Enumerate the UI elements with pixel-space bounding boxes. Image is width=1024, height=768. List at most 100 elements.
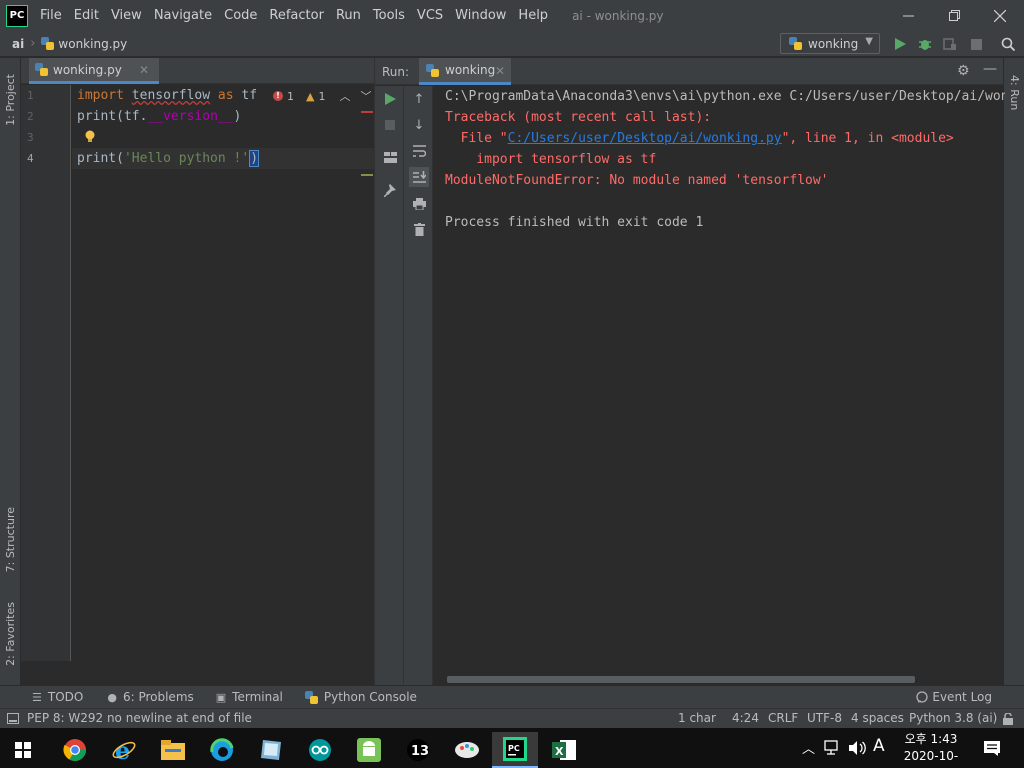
line-number: 4	[27, 152, 34, 165]
problems-tab[interactable]: ● 6: Problems	[107, 690, 193, 704]
menu-window[interactable]: Window	[449, 0, 512, 31]
taskbar-arduino[interactable]	[297, 732, 343, 768]
menu-edit[interactable]: Edit	[68, 0, 105, 31]
clear-all-button[interactable]	[411, 221, 427, 237]
menu-bar: File Edit View Navigate Code Refactor Ru…	[34, 0, 554, 31]
restore-icon	[948, 10, 960, 21]
console-output[interactable]: C:\ProgramData\Anaconda3\envs\ai\python.…	[445, 86, 1005, 656]
menu-tools[interactable]: Tools	[367, 0, 411, 31]
notification-center-icon[interactable]	[983, 740, 1001, 756]
lock-icon[interactable]	[1002, 713, 1014, 725]
close-tab-icon[interactable]: ✕	[495, 64, 505, 78]
run-tab-wonking[interactable]: wonking ✕	[419, 58, 511, 85]
line-separator[interactable]: CRLF	[768, 711, 798, 725]
minimize-button[interactable]	[885, 0, 931, 31]
indent-setting[interactable]: 4 spaces	[851, 711, 904, 725]
stop-run-button[interactable]	[382, 117, 398, 133]
status-message[interactable]: PEP 8: W292 no newline at end of file	[27, 711, 252, 725]
breadcrumb-project[interactable]: ai	[12, 37, 24, 51]
event-log-tab[interactable]: Event Log	[916, 690, 992, 704]
close-window-button[interactable]	[977, 0, 1023, 31]
console-finished-line: Process finished with exit code 1	[445, 215, 704, 230]
chevron-up-icon[interactable]: ︿	[339, 88, 350, 104]
run-tool-tab[interactable]: 4: Run	[1004, 66, 1024, 120]
code-editor: wonking.py ✕ 1 2 3 4 import tensorflow a…	[21, 58, 374, 685]
lightbulb-icon[interactable]	[84, 130, 96, 144]
coverage-button[interactable]	[942, 36, 958, 52]
menu-code[interactable]: Code	[218, 0, 263, 31]
warning-stripe-mark[interactable]	[361, 174, 373, 176]
todo-tab[interactable]: ☰ TODO	[32, 690, 83, 704]
code-line-2[interactable]: print(tf.__version__)	[77, 106, 241, 127]
project-tool-tab[interactable]: 1: Project	[0, 64, 21, 136]
console-horizontal-scrollbar[interactable]	[447, 676, 915, 683]
run-button[interactable]	[892, 36, 908, 52]
menu-vcs[interactable]: VCS	[411, 0, 449, 31]
arduino-icon	[309, 739, 331, 761]
run-tool-window: Run: wonking ✕ ⚙ — ↑ ↓ C:\ProgramData\An…	[374, 58, 1005, 685]
menu-refactor[interactable]: Refactor	[263, 0, 330, 31]
scroll-down-button[interactable]: ↓	[411, 117, 427, 133]
minimize-panel-icon[interactable]: —	[983, 61, 997, 77]
scroll-to-end-button[interactable]	[409, 167, 429, 187]
minimize-icon	[902, 15, 914, 17]
terminal-tab[interactable]: ▣ Terminal	[216, 690, 283, 704]
taskbar-notes-app[interactable]	[248, 732, 294, 768]
menu-navigate[interactable]: Navigate	[148, 0, 218, 31]
taskbar-file-explorer[interactable]	[150, 732, 196, 768]
taskbar-excel[interactable]: X	[541, 732, 587, 768]
taskbar-android-app[interactable]	[346, 732, 392, 768]
soft-wrap-button[interactable]	[411, 143, 427, 159]
clock[interactable]: 오후 1:43 2020-10-13	[900, 731, 962, 768]
pycharm-logo-icon[interactable]: PC	[6, 4, 28, 27]
tray-chevron-up-icon[interactable]: ︿	[802, 738, 815, 757]
debug-button[interactable]	[917, 36, 933, 52]
python-icon	[304, 690, 318, 704]
taskbar-app-13[interactable]: 13	[395, 732, 441, 768]
inspection-widget[interactable]: ! 1 ▲ 1 ︿ ﹀	[273, 88, 371, 104]
menu-file[interactable]: File	[34, 0, 68, 31]
python-icon	[426, 63, 439, 77]
chrome-icon	[63, 739, 86, 761]
ime-indicator[interactable]: A	[873, 736, 885, 756]
restore-button[interactable]	[931, 0, 977, 31]
structure-tool-tab[interactable]: 7: Structure	[0, 500, 21, 580]
code-line-1[interactable]: import tensorflow as tf	[77, 85, 257, 106]
taskbar-pycharm[interactable]: PC	[492, 732, 538, 768]
search-everywhere-button[interactable]	[1000, 36, 1016, 52]
pycharm-icon: PC	[503, 737, 527, 761]
editor-tab-wonking[interactable]: wonking.py ✕	[29, 58, 159, 84]
file-encoding[interactable]: UTF-8	[807, 711, 842, 725]
rerun-button[interactable]	[382, 91, 398, 107]
menu-help[interactable]: Help	[512, 0, 554, 31]
toggle-tool-windows-icon[interactable]	[7, 713, 19, 724]
taskbar-paint-app[interactable]	[444, 732, 490, 768]
run-tab-label: wonking	[445, 63, 496, 77]
run-configuration-select[interactable]: wonking ▼	[780, 33, 880, 54]
code-line-4[interactable]: print('Hello python !')	[77, 148, 260, 169]
close-tab-icon[interactable]: ✕	[139, 63, 149, 77]
favorites-tool-tab[interactable]: 2: Favorites	[0, 594, 21, 674]
volume-icon[interactable]	[848, 740, 866, 756]
caret-position[interactable]: 4:24	[732, 711, 759, 725]
network-icon[interactable]	[824, 740, 842, 756]
traceback-file-link[interactable]: C:/Users/user/Desktop/ai/wonking.py	[508, 131, 782, 146]
scroll-up-button[interactable]: ↑	[411, 91, 427, 107]
taskbar-edge[interactable]	[199, 732, 245, 768]
gear-icon[interactable]: ⚙	[957, 63, 970, 79]
python-interpreter[interactable]: Python 3.8 (ai)	[909, 711, 997, 725]
print-button[interactable]	[411, 196, 427, 212]
error-stripe-mark[interactable]	[361, 111, 373, 113]
menu-run[interactable]: Run	[330, 0, 367, 31]
chevron-down-icon[interactable]: ﹀	[360, 88, 371, 104]
pin-tab-button[interactable]	[382, 182, 398, 198]
menu-view[interactable]: View	[105, 0, 148, 31]
clock-date: 2020-10-13	[903, 749, 959, 768]
start-button[interactable]	[0, 732, 46, 768]
restore-layout-button[interactable]	[382, 149, 398, 165]
python-console-tab[interactable]: Python Console	[304, 690, 417, 704]
stop-button[interactable]	[968, 36, 984, 52]
breadcrumb-file[interactable]: wonking.py	[58, 37, 127, 51]
taskbar-internet-explorer[interactable]: e	[101, 732, 147, 768]
taskbar-chrome[interactable]	[52, 732, 98, 768]
